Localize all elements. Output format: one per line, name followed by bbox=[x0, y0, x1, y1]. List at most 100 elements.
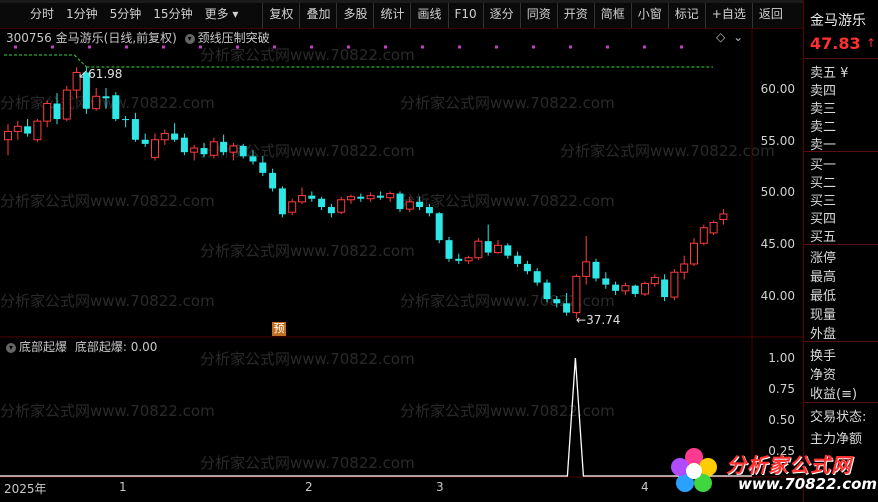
low-label: 最低 bbox=[810, 289, 837, 304]
candle-body-down bbox=[278, 188, 286, 215]
toolbar-color-strip bbox=[0, 0, 803, 3]
candle-body-up bbox=[386, 193, 395, 199]
buy-4-label: 买四 bbox=[810, 212, 837, 227]
signal-dot bbox=[421, 45, 424, 49]
same-capital-button[interactable]: 同资 bbox=[519, 0, 557, 28]
open-capital-button[interactable]: 开资 bbox=[556, 0, 594, 28]
chevron-down-icon[interactable]: ⌄ bbox=[733, 30, 743, 44]
candle-body-down bbox=[220, 141, 228, 153]
candle-body-up bbox=[582, 261, 591, 277]
x-axis-label: 1 bbox=[119, 480, 127, 494]
candle-body-up bbox=[160, 133, 169, 141]
candle-body-down bbox=[592, 261, 600, 279]
statistics-button[interactable]: 统计 bbox=[373, 0, 410, 28]
high-label: 最高 bbox=[810, 270, 837, 285]
candle-body-up bbox=[13, 125, 22, 132]
multi-stock-button[interactable]: 多股 bbox=[336, 0, 373, 28]
quote-panel: 金马游乐 47.83 ↑ 卖五 ¥ 卖四 卖三 卖二 卖一 买一 买二 买三 买… bbox=[803, 0, 878, 502]
signal-dot bbox=[384, 45, 387, 49]
draw-line-button[interactable]: 画线 bbox=[410, 0, 447, 28]
simple-frame-button[interactable]: 简框 bbox=[593, 0, 631, 28]
buy-2-label: 买二 bbox=[810, 176, 837, 191]
tick-button[interactable]: 逐分 bbox=[482, 0, 520, 28]
y-tick-label: 50.00 bbox=[760, 185, 795, 199]
up-arrow-icon: ↑ bbox=[866, 36, 877, 50]
candle-body-down bbox=[563, 303, 571, 313]
candle-body-down bbox=[376, 195, 384, 198]
candle-body-up bbox=[680, 263, 689, 273]
restore-rights-button[interactable]: 复权 bbox=[262, 0, 299, 28]
candle-body-up bbox=[405, 201, 414, 210]
candle-body-down bbox=[425, 207, 433, 214]
indicator-toggle[interactable]: ▾ 底部起爆 bbox=[6, 340, 67, 354]
candle-body-down bbox=[24, 126, 32, 134]
low-price-annotation: ←37.74 bbox=[576, 313, 621, 327]
small-window-button[interactable]: 小窗 bbox=[630, 0, 668, 28]
divider bbox=[804, 151, 878, 152]
divider bbox=[804, 341, 878, 342]
x-axis-label: 2025年 bbox=[4, 482, 47, 496]
outer-volume-label: 外盘 bbox=[810, 327, 837, 342]
candle-body-down bbox=[171, 133, 179, 140]
candle-body-up bbox=[650, 276, 659, 285]
back-button[interactable]: 返回 bbox=[751, 0, 789, 28]
candle-body-down bbox=[523, 263, 531, 272]
mark-button[interactable]: 标记 bbox=[667, 0, 705, 28]
signal-dot bbox=[606, 45, 609, 49]
sub-y-tick-label: 0.75 bbox=[768, 382, 795, 396]
candle-body-up bbox=[288, 201, 297, 213]
tab-15min[interactable]: 15分钟 bbox=[147, 0, 198, 28]
add-watchlist-button[interactable]: +自选 bbox=[704, 0, 752, 28]
signal-dot bbox=[680, 45, 683, 49]
candle-body-up bbox=[719, 213, 728, 220]
earnings-label[interactable]: 收益(≡) bbox=[810, 383, 857, 402]
panel-stock-name: 金马游乐 bbox=[810, 13, 866, 29]
candle-body-down bbox=[308, 195, 316, 199]
sell-5-label: 卖五 ¥ bbox=[810, 66, 849, 81]
candle-body-down bbox=[416, 201, 424, 208]
tab-intraday[interactable]: 分时 bbox=[24, 0, 60, 28]
candle-body-down bbox=[661, 279, 669, 298]
bottom-burst-line bbox=[0, 357, 752, 477]
candle-body-up bbox=[229, 145, 238, 153]
overlay-button[interactable]: 叠加 bbox=[299, 0, 336, 28]
f10-button[interactable]: F10 bbox=[447, 0, 483, 28]
candle-body-down bbox=[514, 255, 522, 264]
candle-body-up bbox=[690, 242, 698, 265]
candle-body-down bbox=[602, 278, 610, 285]
candle-body-down bbox=[543, 282, 551, 300]
signal-dot bbox=[458, 45, 461, 49]
candle-body-up bbox=[709, 222, 718, 234]
buy-1-label: 买一 bbox=[810, 158, 837, 173]
chevron-down-icon: ▾ bbox=[184, 33, 195, 44]
candle-body-up bbox=[366, 195, 375, 200]
candle-body-down bbox=[141, 139, 149, 144]
sub-y-tick-label: 0.50 bbox=[768, 413, 795, 427]
candle-body-down bbox=[631, 285, 639, 294]
tab-1min[interactable]: 1分钟 bbox=[60, 0, 104, 28]
candle-body-down bbox=[131, 119, 139, 140]
candle-body-up bbox=[190, 147, 199, 153]
stock-name-period: 金马游乐(日线,前复权) bbox=[55, 31, 177, 45]
tab-5min[interactable]: 5分钟 bbox=[104, 0, 148, 28]
y-tick-label: 45.00 bbox=[760, 237, 795, 251]
candle-body-down bbox=[357, 196, 365, 199]
x-axis-label: 4 bbox=[641, 480, 649, 494]
candle-body-up bbox=[298, 195, 306, 203]
candle-body-up bbox=[43, 103, 52, 122]
flower-logo-icon bbox=[671, 448, 717, 492]
candle-body-up bbox=[62, 89, 71, 120]
buy-5-label: 买五 bbox=[810, 230, 837, 245]
candle-body-up bbox=[92, 95, 101, 110]
indicator-toggle[interactable]: ▾ 颈线压制突破 bbox=[184, 31, 270, 45]
chart-tools: ◇ ⌄ bbox=[716, 30, 743, 44]
tab-more[interactable]: 更多 ▾ bbox=[199, 0, 245, 28]
candle-body-down bbox=[504, 245, 512, 256]
divider bbox=[804, 244, 878, 245]
candle-body-down bbox=[612, 284, 620, 291]
diamond-icon[interactable]: ◇ bbox=[716, 30, 725, 44]
candlestick-chart[interactable] bbox=[0, 29, 803, 502]
candle-body-up bbox=[572, 275, 581, 314]
sub-indicator-value: 底部起爆: 0.00 bbox=[74, 340, 158, 354]
candle-body-down bbox=[249, 156, 257, 162]
